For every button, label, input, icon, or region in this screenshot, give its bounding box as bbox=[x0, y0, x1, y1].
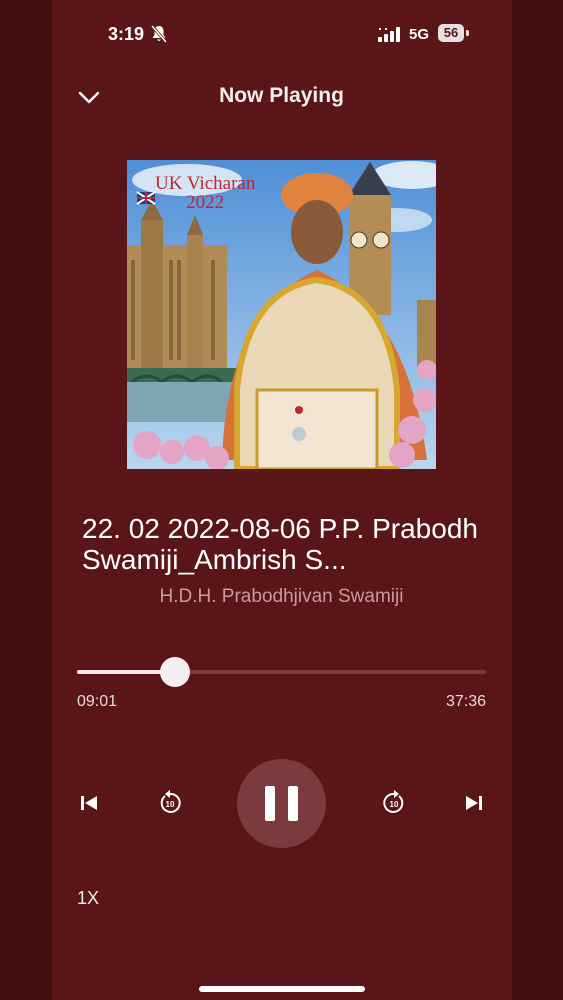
next-track-icon[interactable] bbox=[464, 793, 484, 813]
player-screen bbox=[52, 0, 512, 1000]
battery-level: 56 bbox=[438, 24, 464, 42]
left-edge bbox=[0, 0, 52, 1000]
track-title: 22. 02 2022-08-06 P.P. Prabodh Swamiji_A… bbox=[82, 513, 478, 575]
forward-button[interactable]: 10 bbox=[381, 789, 407, 817]
status-time: 3:19 bbox=[108, 24, 145, 44]
artwork-caption-line2: 2022 bbox=[186, 192, 225, 213]
rewind-button[interactable]: 10 bbox=[157, 789, 183, 817]
page-title: Now Playing bbox=[219, 84, 344, 107]
progress-slider[interactable] bbox=[77, 657, 486, 687]
playback-speed-button[interactable]: 1X bbox=[77, 888, 99, 909]
total-duration: 37:36 bbox=[445, 693, 486, 710]
previous-track-icon[interactable] bbox=[79, 793, 99, 813]
progress-thumb[interactable] bbox=[160, 657, 191, 687]
pause-button[interactable] bbox=[237, 759, 326, 848]
album-artwork: UK Vicharan 2022 bbox=[127, 160, 436, 469]
home-indicator[interactable] bbox=[199, 986, 365, 992]
signal-icon bbox=[378, 27, 400, 42]
track-artist[interactable]: H.D.H. Prabodhjivan Swamiji bbox=[0, 586, 563, 608]
rewind-seconds: 10 bbox=[165, 800, 175, 809]
artwork-caption-line1: UK Vicharan bbox=[155, 173, 256, 194]
forward-seconds: 10 bbox=[389, 800, 399, 809]
network-type: 5G bbox=[409, 26, 430, 43]
pause-icon bbox=[265, 786, 298, 821]
right-edge bbox=[511, 0, 563, 1000]
artwork-caption: UK Vicharan 2022 bbox=[155, 174, 255, 212]
battery-tip bbox=[466, 30, 469, 36]
bell-slash-icon bbox=[151, 25, 167, 43]
elapsed-time: 09:01 bbox=[77, 693, 118, 710]
